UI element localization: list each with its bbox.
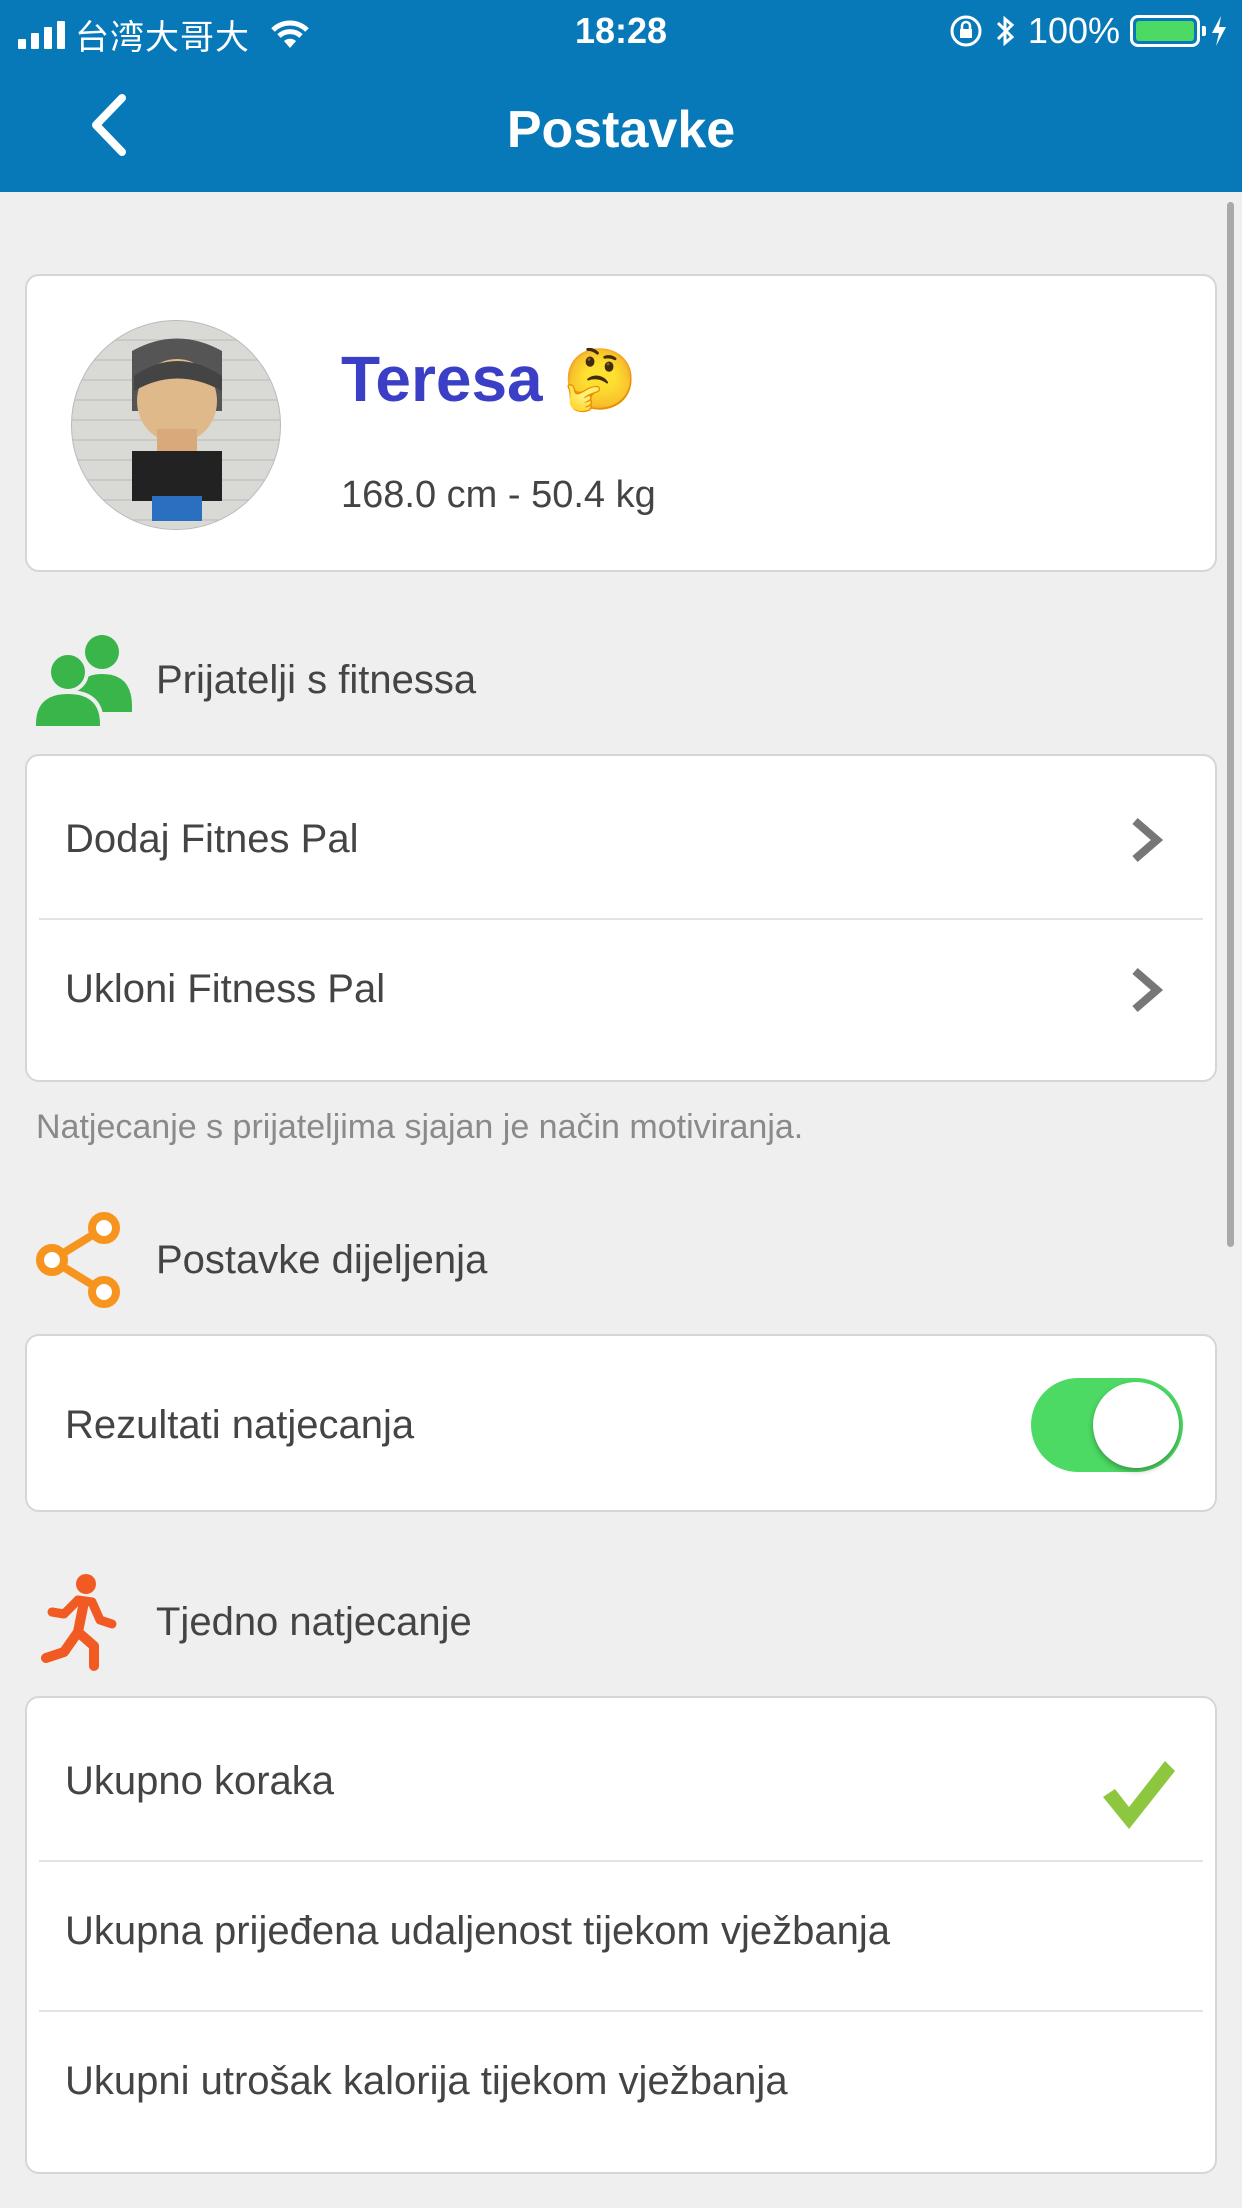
- profile-name: Teresa: [341, 343, 543, 415]
- checkmark-icon: [1103, 1761, 1175, 1829]
- total-calories-label: Ukupni utrošak kalorija tijekom vježbanj…: [65, 2058, 788, 2103]
- running-icon: [34, 1572, 134, 1672]
- status-right: 100%: [948, 10, 1228, 52]
- friends-card: Dodaj Fitnes Pal Ukloni Fitness Pal: [25, 754, 1217, 1082]
- thinking-face-emoji: 🤔: [562, 344, 638, 415]
- remove-fitness-pal-label: Ukloni Fitness Pal: [65, 966, 386, 1011]
- bluetooth-icon: [996, 15, 1015, 47]
- sharing-section-header: Postavke dijeljenja: [34, 1210, 487, 1310]
- sharing-section-label: Postavke dijeljenja: [156, 1237, 488, 1282]
- weekly-section-header: Tjedno natjecanje: [34, 1572, 472, 1672]
- friends-section-label: Prijatelji s fitnessa: [156, 657, 477, 702]
- orientation-lock-icon: [950, 15, 982, 47]
- avatar-drawing: [132, 338, 222, 521]
- remove-fitness-pal-row[interactable]: Ukloni Fitness Pal: [27, 914, 1215, 1064]
- avatar[interactable]: [71, 320, 281, 530]
- page-title: Postavke: [506, 101, 736, 159]
- toggle-knob: [1093, 1382, 1179, 1468]
- total-distance-row[interactable]: Ukupna prijeđena udaljenost tijekom vjež…: [27, 1856, 1215, 2006]
- weekly-card: Ukupno koraka Ukupna prijeđena udaljenos…: [25, 1696, 1217, 2174]
- total-calories-row[interactable]: Ukupni utrošak kalorija tijekom vježbanj…: [27, 2006, 1215, 2156]
- profile-stats: 168.0 cm - 50.4 kg: [341, 474, 656, 516]
- charging-icon: [1212, 16, 1226, 46]
- battery-percent: 100%: [1027, 10, 1120, 51]
- profile-card[interactable]: Teresa 🤔 168.0 cm - 50.4 kg: [25, 274, 1217, 572]
- total-steps-label: Ukupno koraka: [65, 1758, 335, 1803]
- competition-results-label: Rezultati natjecanja: [65, 1402, 415, 1447]
- weekly-section-label: Tjedno natjecanje: [156, 1599, 472, 1644]
- friends-icon: [34, 630, 134, 730]
- friends-section-header: Prijatelji s fitnessa: [34, 630, 476, 730]
- chevron-right-icon: [1132, 817, 1164, 863]
- profile-name-row: Teresa 🤔: [341, 342, 637, 416]
- status-bar: 台湾大哥大 18:28 100%: [0, 0, 1242, 62]
- competition-results-toggle[interactable]: [1031, 1378, 1183, 1472]
- scrollbar[interactable]: [1227, 202, 1234, 1247]
- battery-icon: [1130, 15, 1206, 47]
- total-distance-label: Ukupna prijeđena udaljenost tijekom vjež…: [65, 1908, 890, 1953]
- friends-footnote: Natjecanje s prijateljima sjajan je nači…: [36, 1108, 804, 1146]
- sharing-card: Rezultati natjecanja: [25, 1334, 1217, 1512]
- total-steps-row[interactable]: Ukupno koraka: [27, 1706, 1215, 1856]
- nav-bar: Postavke: [0, 62, 1242, 192]
- chevron-right-icon: [1132, 967, 1164, 1013]
- share-icon: [34, 1210, 134, 1310]
- add-fitness-pal-label: Dodaj Fitnes Pal: [65, 816, 359, 861]
- add-fitness-pal-row[interactable]: Dodaj Fitnes Pal: [27, 764, 1215, 914]
